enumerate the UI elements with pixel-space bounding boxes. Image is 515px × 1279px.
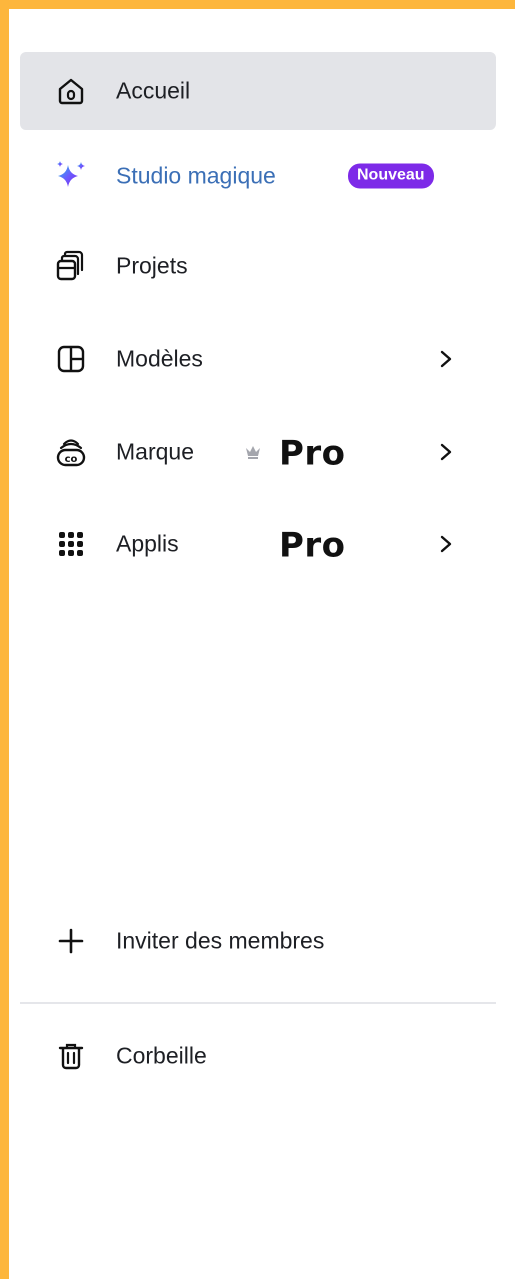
- template-icon: [54, 342, 88, 376]
- sidebar-item-modeles[interactable]: Modèles: [20, 320, 496, 398]
- sidebar-item-label: Accueil: [116, 77, 191, 104]
- sidebar-item-studio-magique[interactable]: Studio magique Nouveau: [20, 137, 496, 215]
- sidebar-item-label: Applis: [116, 530, 179, 557]
- sidebar-item-accueil[interactable]: Accueil: [20, 52, 496, 130]
- sidebar-panel: Accueil Studio magique Nouveau Projets M…: [9, 9, 515, 1279]
- sidebar-item-applis[interactable]: Applis Pro: [20, 505, 496, 583]
- highlight-frame: Accueil Studio magique Nouveau Projets M…: [0, 0, 515, 1279]
- invite-members-button[interactable]: Inviter des membres: [20, 902, 496, 980]
- chevron-right-icon[interactable]: [436, 440, 456, 464]
- sidebar-item-label: Marque: [116, 438, 194, 465]
- sidebar-item-label: Projets: [116, 252, 188, 279]
- sidebar-item-label: Studio magique: [116, 162, 276, 189]
- sidebar-item-marque[interactable]: co Marque Pro: [20, 413, 496, 491]
- pro-label: Pro: [279, 525, 346, 566]
- pro-label: Pro: [279, 433, 346, 474]
- home-icon: [54, 74, 88, 108]
- brand-icon: co: [54, 435, 88, 469]
- sidebar-item-corbeille[interactable]: Corbeille: [20, 1017, 496, 1095]
- invite-members-label: Inviter des membres: [116, 927, 325, 954]
- divider: [20, 1002, 496, 1004]
- sidebar-item-projets[interactable]: Projets: [20, 227, 496, 305]
- svg-text:co: co: [65, 454, 78, 465]
- chevron-right-icon[interactable]: [436, 347, 456, 371]
- new-badge: Nouveau: [348, 163, 434, 189]
- trash-icon: [54, 1039, 88, 1073]
- trash-label: Corbeille: [116, 1042, 207, 1069]
- chevron-right-icon[interactable]: [436, 532, 456, 556]
- sidebar-item-label: Modèles: [116, 345, 203, 372]
- crown-icon: [246, 446, 260, 459]
- folder-icon: [54, 249, 88, 283]
- apps-grid-icon: [54, 527, 88, 561]
- plus-icon: [54, 924, 88, 958]
- sparkles-icon: [54, 159, 88, 193]
